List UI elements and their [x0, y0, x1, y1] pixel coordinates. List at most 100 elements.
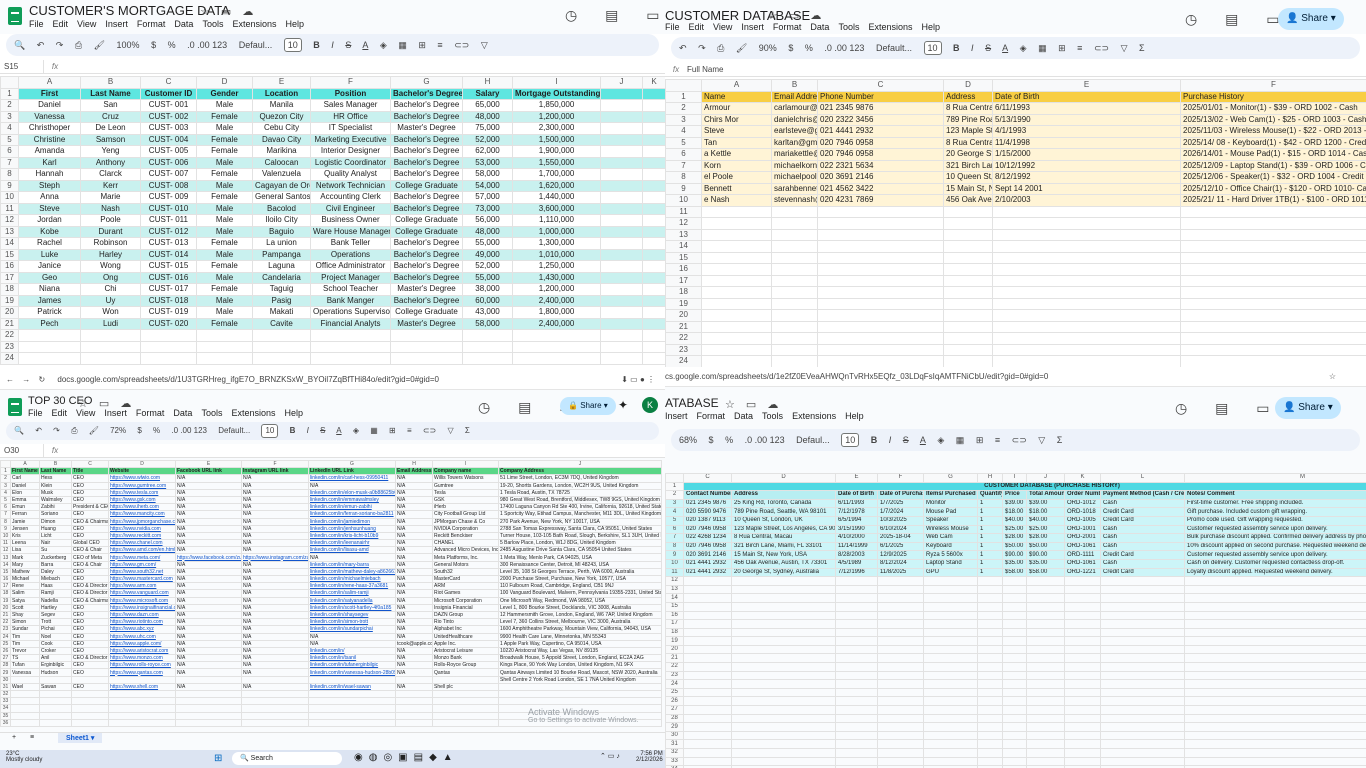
- data-cell[interactable]: CUST- 001: [140, 99, 197, 112]
- data-cell[interactable]: [1184, 601, 1366, 612]
- data-cell[interactable]: [175, 704, 242, 713]
- data-cell[interactable]: 270 Park Avenue, New York, NY 10017, USA: [498, 517, 662, 526]
- row-number[interactable]: 6: [0, 503, 11, 512]
- data-cell[interactable]: 1: [977, 558, 1003, 569]
- data-cell[interactable]: [683, 619, 732, 629]
- data-cell[interactable]: Male: [196, 99, 253, 112]
- row-number[interactable]: 10: [665, 194, 702, 207]
- data-cell[interactable]: $25.00: [1002, 524, 1027, 535]
- data-cell[interactable]: $40.00: [1002, 515, 1027, 526]
- data-cell[interactable]: $58.00: [1002, 567, 1027, 578]
- data-cell[interactable]: [731, 722, 836, 732]
- zoom-select[interactable]: 72%: [110, 426, 126, 435]
- font-size-input[interactable]: 10: [283, 38, 302, 52]
- data-cell[interactable]: Daley: [39, 567, 72, 577]
- data-cell[interactable]: N/A: [241, 625, 309, 634]
- data-cell[interactable]: [1184, 670, 1366, 681]
- data-cell[interactable]: [1180, 251, 1366, 264]
- data-cell[interactable]: Salim: [10, 589, 40, 598]
- data-cell[interactable]: Niana: [18, 283, 81, 296]
- data-cell[interactable]: [817, 320, 944, 333]
- data-cell[interactable]: [977, 696, 1003, 707]
- column-header[interactable]: F: [241, 459, 309, 469]
- text-color-icon[interactable]: A: [336, 426, 341, 435]
- paint-format-icon[interactable]: 🖌: [94, 40, 105, 50]
- data-cell[interactable]: CUST- 014: [140, 248, 197, 261]
- data-cell[interactable]: 5 Barlow Place, London, W1J 8DG, United …: [498, 539, 662, 548]
- data-cell[interactable]: [731, 576, 836, 586]
- print-icon[interactable]: ⎙: [717, 43, 724, 53]
- data-cell[interactable]: [701, 205, 772, 218]
- data-cell[interactable]: N/A: [241, 639, 309, 648]
- data-cell[interactable]: [977, 670, 1003, 681]
- column-header[interactable]: I: [1002, 473, 1027, 483]
- row-number[interactable]: 3: [0, 110, 19, 123]
- data-cell[interactable]: [923, 756, 978, 767]
- data-cell[interactable]: 53,000: [462, 156, 513, 169]
- data-cell[interactable]: Level 7, 360 Collins Street, Melbourne, …: [498, 618, 662, 627]
- data-cell[interactable]: danielchris@gmail.com: [771, 113, 818, 126]
- data-cell[interactable]: 55,000: [462, 271, 513, 284]
- data-cell[interactable]: [1064, 662, 1101, 672]
- data-cell[interactable]: CEO of Meta: [71, 553, 109, 562]
- menu-item[interactable]: Edit: [52, 408, 68, 418]
- data-cell[interactable]: Armour: [701, 102, 772, 115]
- data-cell[interactable]: N/A: [175, 654, 242, 663]
- data-cell[interactable]: [977, 653, 1003, 664]
- data-cell[interactable]: e Nash: [701, 194, 772, 207]
- data-cell[interactable]: Trevor: [10, 646, 40, 656]
- data-cell[interactable]: 321 Birch Lane, Miami, FL 33101: [731, 541, 836, 552]
- data-cell[interactable]: 56,000: [462, 214, 513, 227]
- data-cell[interactable]: [977, 644, 1003, 655]
- avatar[interactable]: K: [642, 397, 658, 413]
- data-cell[interactable]: https://www.rolls-royce.com: [108, 661, 176, 670]
- header-cell[interactable]: Name: [701, 90, 772, 103]
- back-icon[interactable]: ←: [6, 375, 14, 384]
- data-cell[interactable]: [771, 286, 818, 299]
- data-cell[interactable]: https://www.mastercard.com: [108, 574, 176, 584]
- data-cell[interactable]: [1180, 217, 1366, 230]
- font-size-input[interactable]: 10: [841, 433, 860, 447]
- data-cell[interactable]: N/A: [241, 560, 309, 569]
- data-cell[interactable]: 38,000: [462, 283, 513, 296]
- data-cell[interactable]: [683, 653, 732, 664]
- data-cell[interactable]: Vanessa: [18, 110, 81, 123]
- data-cell[interactable]: N/A: [395, 531, 433, 541]
- data-cell[interactable]: Durant: [80, 225, 141, 238]
- data-cell[interactable]: N/A: [175, 567, 242, 577]
- data-cell[interactable]: 022 2321 5634: [817, 159, 944, 172]
- data-cell[interactable]: N/A: [395, 625, 433, 634]
- row-number[interactable]: 23: [0, 625, 11, 634]
- data-cell[interactable]: [992, 355, 1181, 367]
- data-cell[interactable]: N/A: [175, 546, 242, 555]
- row-number[interactable]: 1: [665, 481, 684, 492]
- data-cell[interactable]: Yeng: [80, 145, 141, 158]
- data-cell[interactable]: DAZN Group: [432, 610, 499, 620]
- data-cell[interactable]: 021 4441 2932: [817, 125, 944, 138]
- data-cell[interactable]: Female: [196, 145, 253, 158]
- data-cell[interactable]: N/A: [241, 589, 309, 598]
- all-sheets-icon[interactable]: ≡: [30, 734, 34, 741]
- menu-item[interactable]: Format: [136, 408, 165, 418]
- data-cell[interactable]: Male: [196, 248, 253, 261]
- data-cell[interactable]: 54,000: [462, 179, 513, 192]
- text-color-icon[interactable]: A: [1002, 43, 1008, 53]
- row-number[interactable]: 19: [665, 297, 702, 310]
- data-cell[interactable]: CEO: [71, 682, 109, 692]
- data-cell[interactable]: N/A: [175, 596, 242, 605]
- data-cell[interactable]: [683, 739, 732, 749]
- taskbar-app-icons[interactable]: ◉◍◎▣▤◆▲: [354, 752, 459, 763]
- header-cell[interactable]: Instagram URL link: [241, 467, 309, 476]
- data-cell[interactable]: linkedin.com/in/emmawalmsley: [308, 495, 396, 505]
- data-cell[interactable]: Kris: [10, 531, 40, 541]
- header-cell[interactable]: Gender: [196, 87, 253, 100]
- data-cell[interactable]: Noel: [39, 632, 72, 641]
- data-cell[interactable]: N/A: [241, 682, 309, 692]
- data-cell[interactable]: iHerb: [432, 503, 499, 512]
- row-number[interactable]: 4: [0, 122, 19, 135]
- data-cell[interactable]: [18, 340, 81, 353]
- data-cell[interactable]: 20 George St, Sydney, Australia: [731, 567, 836, 578]
- data-cell[interactable]: $28.00: [1026, 533, 1065, 543]
- data-cell[interactable]: [10, 718, 40, 727]
- data-cell[interactable]: [943, 263, 993, 276]
